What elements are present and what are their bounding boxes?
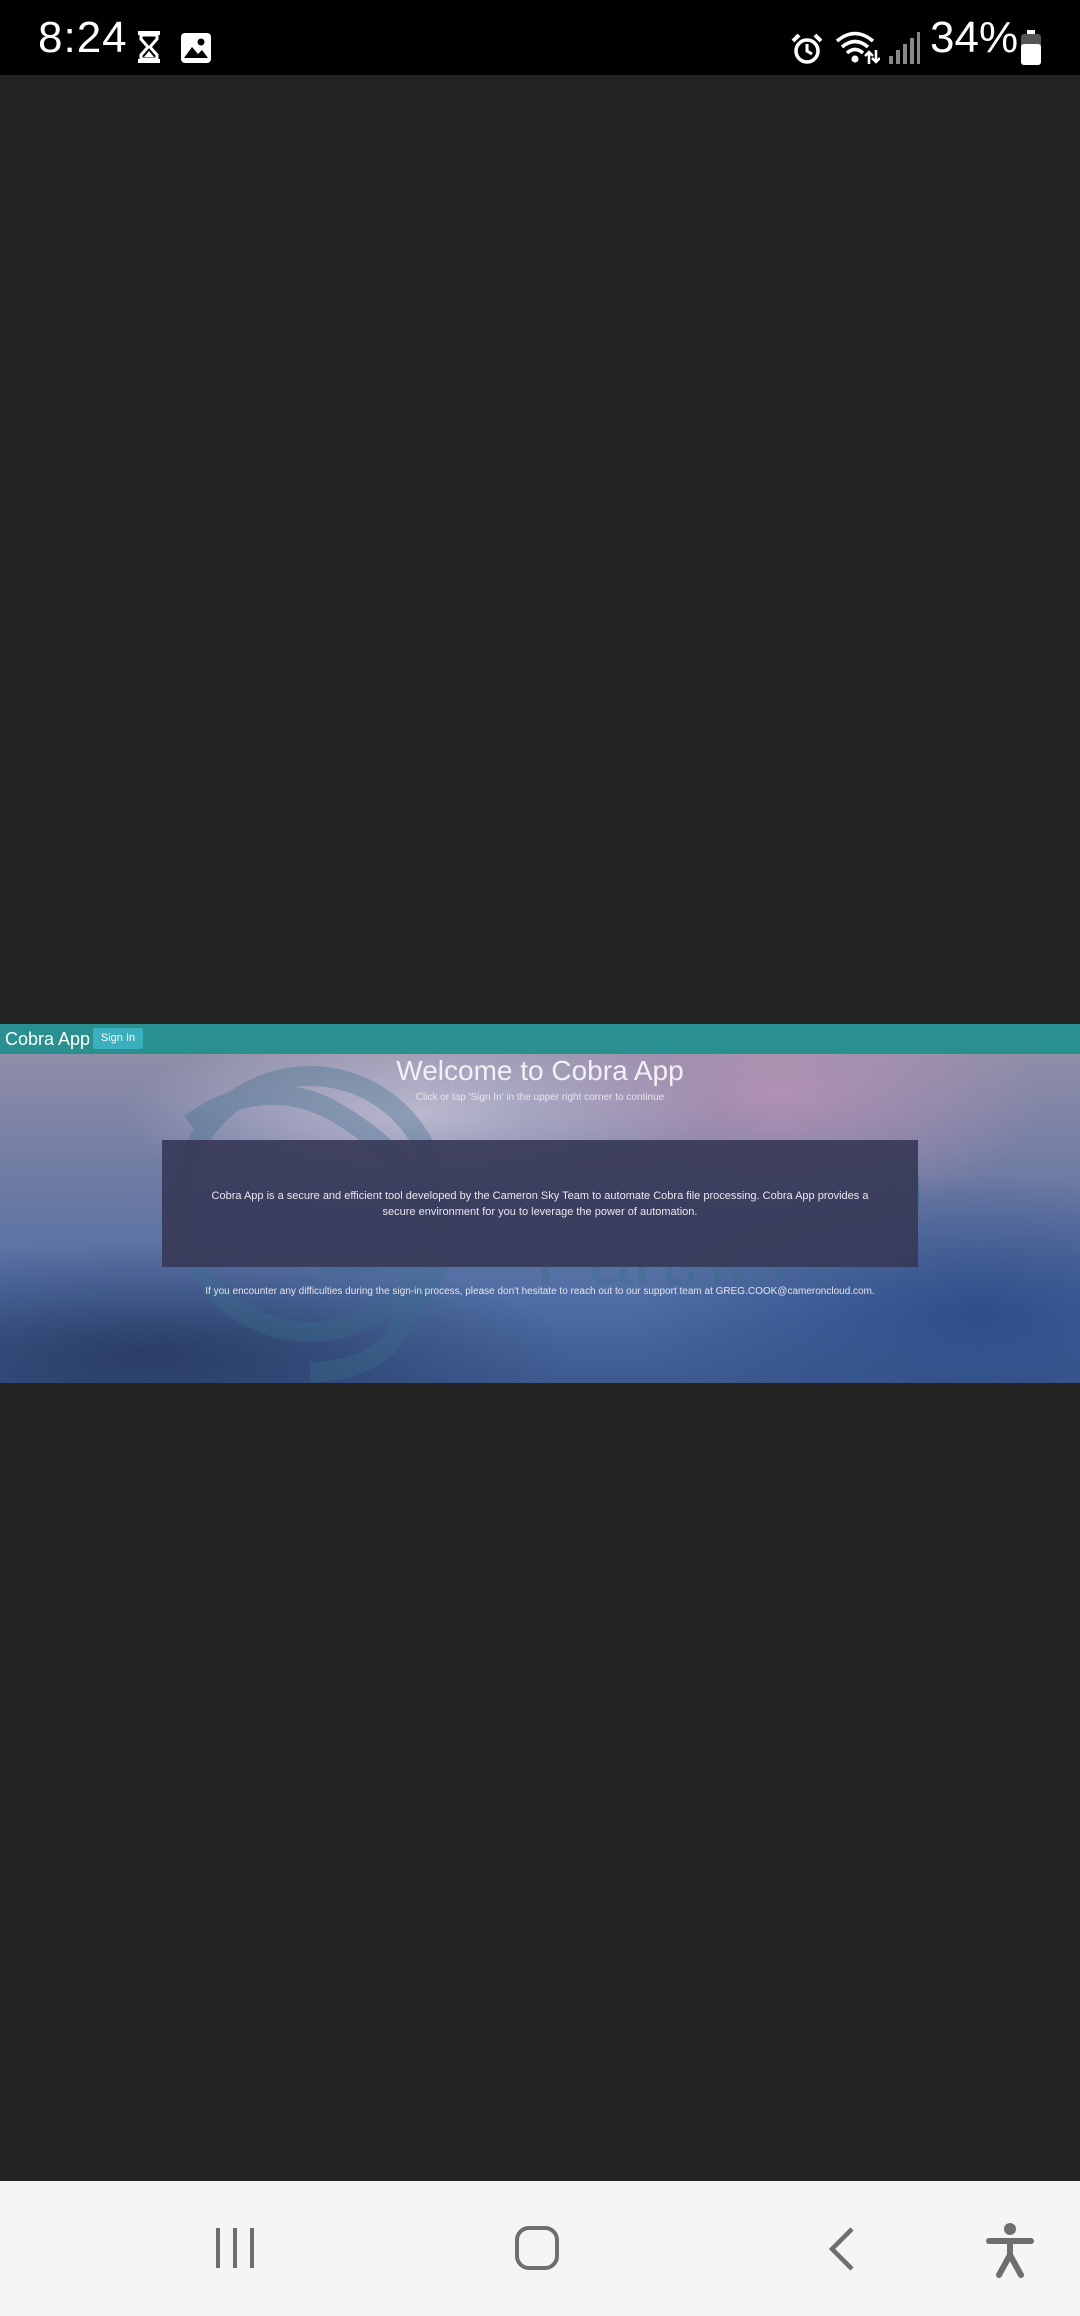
app-description: Cobra App is a secure and efficient tool… — [211, 1190, 869, 1218]
welcome-title: Welcome to Cobra App — [396, 1055, 684, 1086]
wifi-icon — [835, 31, 880, 64]
signal-icon — [889, 32, 920, 64]
battery-percentage: 34% — [930, 13, 1019, 62]
home-icon[interactable] — [514, 2225, 564, 2275]
status-bar: 8:24 34% — [0, 0, 1080, 75]
status-time: 8:24 — [38, 13, 128, 62]
sign-in-instruction: Click or tap 'Sign In' in the upper righ… — [415, 1092, 665, 1103]
hero-section: n Partners Welcome to Cobra App Click or… — [0, 1054, 1080, 1383]
accessibility-icon[interactable] — [986, 2221, 1034, 2279]
app-brand[interactable]: Cobra App — [5, 1028, 90, 1050]
app-description-card: Cobra App is a secure and efficient tool… — [162, 1140, 918, 1267]
alarm-icon — [791, 33, 823, 64]
browser-content: Cobra App Sign In n Partners Welcome to … — [0, 75, 1080, 2181]
recent-apps-icon[interactable] — [212, 2225, 258, 2271]
battery-icon — [1021, 30, 1041, 65]
hourglass-icon — [138, 31, 160, 63]
sign-in-button[interactable]: Sign In — [93, 1028, 143, 1049]
app-navbar: Cobra App Sign In — [0, 1024, 1080, 1054]
system-navigation-bar — [0, 2181, 1080, 2316]
back-icon[interactable] — [824, 2225, 858, 2275]
image-icon — [181, 33, 211, 63]
support-note: If you encounter any difficulties during… — [205, 1286, 875, 1297]
cobra-app-page: Cobra App Sign In n Partners Welcome to … — [0, 1024, 1080, 1383]
